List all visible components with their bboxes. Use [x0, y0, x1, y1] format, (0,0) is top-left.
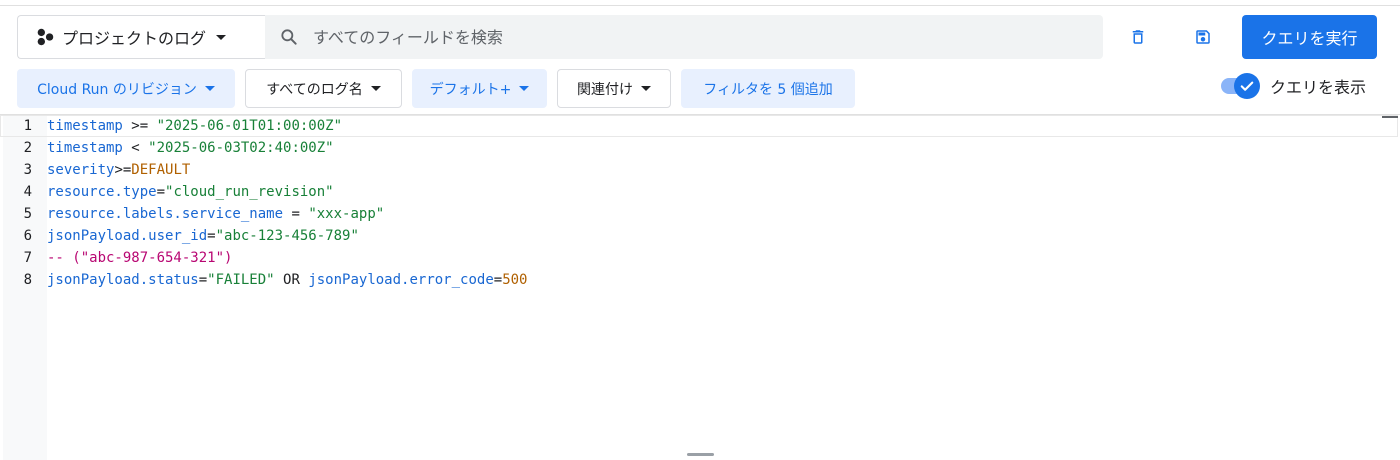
show-query-toggle[interactable]: クエリを表示: [1221, 73, 1367, 99]
code-token: =: [207, 228, 216, 244]
code-token: jsonPayload.status: [47, 272, 199, 288]
chevron-down-icon: [370, 86, 381, 91]
search-input[interactable]: [313, 27, 1073, 47]
code-token: >=: [122, 118, 157, 134]
code-token: OR: [274, 272, 309, 288]
code-text: -- ("abc-987-654-321"): [47, 250, 232, 266]
code-text: jsonPayload.user_id="abc-123-456-789": [47, 228, 359, 244]
code-token: timestamp: [47, 140, 123, 156]
code-token: "FAILED": [207, 272, 275, 288]
code-text: timestamp >= "2025-06-01T01:00:00Z": [47, 118, 342, 134]
code-token: <: [122, 140, 149, 156]
code-token: -- ("abc-987-654-321"): [47, 250, 233, 266]
code-token: =: [156, 184, 166, 200]
severity-filter-label: デフォルト+: [429, 81, 512, 98]
code-line[interactable]: 2 timestamp < "2025-06-03T02:40:00Z": [0, 137, 1400, 159]
code-token: "cloud_run_revision": [165, 184, 334, 200]
code-line[interactable]: 3 severity>=DEFAULT: [0, 159, 1400, 181]
log-name-filter-label: すべてのログ名: [266, 81, 363, 98]
code-token: "xxx-app": [308, 206, 385, 222]
correlate-filter-chip[interactable]: 関連付け: [557, 69, 671, 108]
code-token: >=: [114, 162, 132, 178]
code-token: "2025-06-01T01:00:00Z": [156, 118, 343, 134]
log-name-filter-chip[interactable]: すべてのログ名: [245, 69, 402, 108]
run-query-button[interactable]: クエリを実行: [1242, 15, 1377, 59]
log-scope-dropdown[interactable]: プロジェクトのログ: [17, 15, 265, 59]
toggle-track: [1221, 73, 1260, 99]
toggle-knob: [1234, 73, 1260, 99]
code-line[interactable]: 6 jsonPayload.user_id="abc-123-456-789": [0, 225, 1400, 247]
scope-icon: [37, 28, 54, 46]
query-editor[interactable]: 1 timestamp >= "2025-06-01T01:00:00Z" 2 tim…: [0, 114, 1400, 460]
clear-query-button[interactable]: [1123, 22, 1153, 52]
code-token: timestamp: [47, 118, 123, 134]
line-number: 7: [23, 250, 32, 266]
scrollbar-marker[interactable]: [1382, 116, 1398, 118]
code-token: resource.type: [47, 184, 157, 200]
code-text: jsonPayload.status="FAILED" OR jsonPaylo…: [47, 272, 527, 288]
code-text: resource.type="cloud_run_revision": [47, 184, 334, 200]
resource-filter-chip[interactable]: Cloud Run のリビジョン: [17, 69, 235, 108]
line-number: 6: [23, 228, 32, 244]
code-token: jsonPayload.error_code: [308, 272, 494, 288]
show-query-label: クエリを表示: [1270, 78, 1367, 97]
correlate-filter-label: 関連付け: [577, 81, 633, 98]
code-text: resource.labels.service_name = "xxx-app": [47, 206, 384, 222]
resource-filter-label: Cloud Run のリビジョン: [37, 81, 197, 98]
code-token: =: [493, 272, 503, 288]
chevron-down-icon: [519, 86, 530, 91]
code-line[interactable]: 5 resource.labels.service_name = "xxx-app…: [0, 203, 1400, 225]
line-number: 1: [23, 118, 32, 134]
top-border: [0, 0, 1400, 6]
code-token: =: [198, 272, 208, 288]
line-number: 2: [23, 140, 32, 156]
code-text: timestamp < "2025-06-03T02:40:00Z": [47, 140, 334, 156]
line-number: 5: [23, 206, 32, 222]
search-icon: [281, 29, 297, 45]
code-token: jsonPayload.user_id: [47, 228, 208, 244]
check-icon: [1240, 81, 1254, 91]
severity-filter-chip[interactable]: デフォルト+: [412, 69, 547, 108]
add-filters-chip[interactable]: フィルタを 5 個追加: [681, 69, 855, 108]
trash-icon: [1132, 30, 1144, 44]
chevron-down-icon: [641, 86, 651, 91]
code-area[interactable]: 1 timestamp >= "2025-06-01T01:00:00Z" 2 tim…: [0, 115, 1400, 460]
code-token: DEFAULT: [131, 162, 191, 178]
code-token: "abc-123-456-789": [215, 228, 359, 244]
chevron-down-icon: [216, 34, 227, 40]
editor-resize-handle[interactable]: [687, 453, 714, 456]
chevron-down-icon: [204, 86, 215, 91]
code-line[interactable]: 7 -- ("abc-987-654-321"): [0, 247, 1400, 269]
line-number: 4: [23, 184, 32, 200]
code-text: severity>=DEFAULT: [47, 162, 190, 178]
line-number: 8: [23, 272, 32, 288]
code-token: =: [283, 206, 309, 222]
search-field[interactable]: [265, 15, 1103, 59]
code-token: severity: [47, 162, 115, 178]
log-scope-label: プロジェクトのログ: [62, 29, 207, 48]
code-line[interactable]: 1 timestamp >= "2025-06-01T01:00:00Z": [0, 115, 1400, 137]
code-token: 500: [502, 272, 528, 288]
code-line[interactable]: 8 jsonPayload.status="FAILED" OR jsonPayl…: [0, 269, 1400, 291]
code-token: "2025-06-03T02:40:00Z": [148, 140, 334, 156]
add-filters-label: フィルタを 5 個追加: [703, 81, 833, 98]
code-line[interactable]: 4 resource.type="cloud_run_revision": [0, 181, 1400, 203]
code-token: resource.labels.service_name: [47, 206, 284, 222]
line-number: 3: [23, 162, 32, 178]
save-query-button[interactable]: [1188, 22, 1218, 52]
save-icon: [1196, 30, 1210, 44]
